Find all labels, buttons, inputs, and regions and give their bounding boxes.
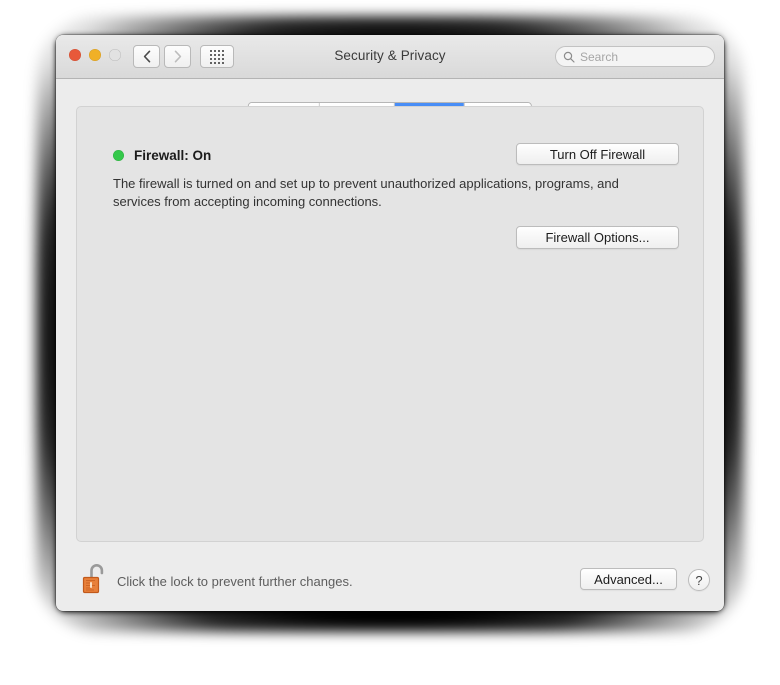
turn-off-firewall-button[interactable]: Turn Off Firewall — [516, 143, 679, 165]
status-indicator-dot — [113, 150, 124, 161]
lock-open-icon[interactable] — [81, 560, 111, 598]
search-field[interactable]: Search — [555, 46, 715, 67]
help-button[interactable]: ? — [688, 569, 710, 591]
firewall-content-panel: Firewall: On Turn Off Firewall The firew… — [76, 106, 704, 542]
screenshot-stage: Security & Privacy Search General FileVa… — [0, 0, 780, 685]
firewall-status-label: Firewall: On — [134, 148, 212, 163]
search-icon — [563, 51, 575, 63]
security-privacy-window: Security & Privacy Search General FileVa… — [56, 35, 724, 611]
firewall-status-row: Firewall: On — [113, 148, 211, 163]
window-titlebar: Security & Privacy Search — [56, 35, 724, 79]
advanced-button[interactable]: Advanced... — [580, 568, 677, 590]
firewall-description: The firewall is turned on and set up to … — [113, 176, 619, 209]
lock-caption: Click the lock to prevent further change… — [117, 574, 353, 589]
window-footer: Click the lock to prevent further change… — [56, 542, 724, 611]
search-placeholder: Search — [580, 49, 619, 64]
firewall-options-button[interactable]: Firewall Options... — [516, 226, 679, 249]
